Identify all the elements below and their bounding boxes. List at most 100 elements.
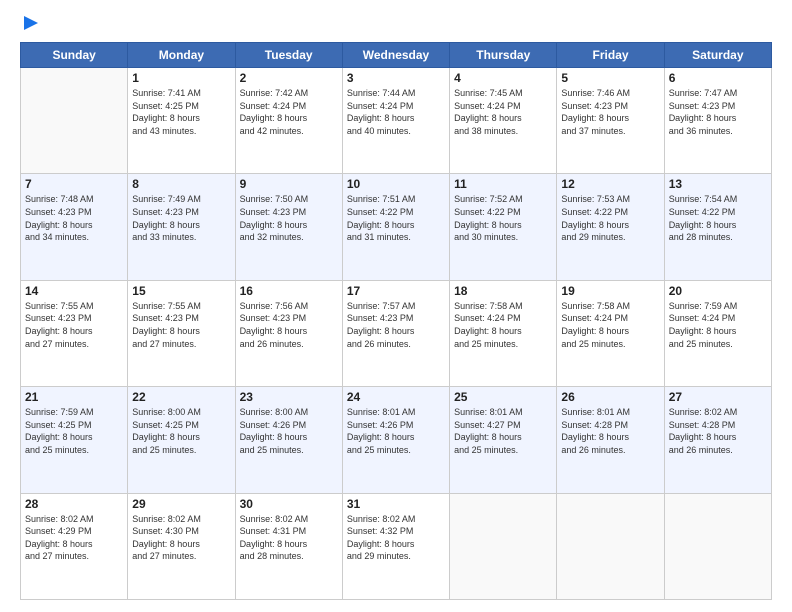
calendar-cell: 24 Sunrise: 8:01 AM Sunset: 4:26 PM Dayli… [342, 387, 449, 493]
day-info: Sunrise: 7:47 AM Sunset: 4:23 PM Dayligh… [669, 87, 767, 137]
day-number: 24 [347, 390, 445, 404]
day-number: 11 [454, 177, 552, 191]
day-info: Sunrise: 7:51 AM Sunset: 4:22 PM Dayligh… [347, 193, 445, 243]
calendar-cell: 14 Sunrise: 7:55 AM Sunset: 4:23 PM Dayli… [21, 280, 128, 386]
calendar-cell: 27Sunrise: 8:02 AM Sunset: 4:28 PM Dayli… [664, 387, 771, 493]
day-number: 17 [347, 284, 445, 298]
day-info: Sunrise: 7:57 AM Sunset: 4:23 PM Dayligh… [347, 300, 445, 350]
week-row-2: 7 Sunrise: 7:48 AM Sunset: 4:23 PM Daylig… [21, 174, 772, 280]
week-row-3: 14 Sunrise: 7:55 AM Sunset: 4:23 PM Dayli… [21, 280, 772, 386]
page: SundayMondayTuesdayWednesdayThursdayFrid… [0, 0, 792, 612]
day-number: 6 [669, 71, 767, 85]
day-info: Sunrise: 7:55 AM Sunset: 4:23 PM Dayligh… [25, 300, 123, 350]
logo [20, 18, 40, 32]
day-info: Sunrise: 7:42 AM Sunset: 4:24 PM Dayligh… [240, 87, 338, 137]
calendar-cell: 8Sunrise: 7:49 AM Sunset: 4:23 PM Daylig… [128, 174, 235, 280]
day-number: 28 [25, 497, 123, 511]
week-row-5: 28 Sunrise: 8:02 AM Sunset: 4:29 PM Dayli… [21, 493, 772, 599]
day-info: Sunrise: 8:01 AM Sunset: 4:27 PM Dayligh… [454, 406, 552, 456]
day-info: Sunrise: 8:02 AM Sunset: 4:29 PM Dayligh… [25, 513, 123, 563]
day-number: 2 [240, 71, 338, 85]
day-number: 15 [132, 284, 230, 298]
day-info: Sunrise: 8:00 AM Sunset: 4:26 PM Dayligh… [240, 406, 338, 456]
calendar-cell: 21 Sunrise: 7:59 AM Sunset: 4:25 PM Dayli… [21, 387, 128, 493]
day-number: 31 [347, 497, 445, 511]
day-info: Sunrise: 7:45 AM Sunset: 4:24 PM Dayligh… [454, 87, 552, 137]
day-number: 20 [669, 284, 767, 298]
calendar-cell: 15 Sunrise: 7:55 AM Sunset: 4:23 PM Dayli… [128, 280, 235, 386]
calendar-cell: 20Sunrise: 7:59 AM Sunset: 4:24 PM Dayli… [664, 280, 771, 386]
day-number: 10 [347, 177, 445, 191]
calendar-cell: 10 Sunrise: 7:51 AM Sunset: 4:22 PM Dayli… [342, 174, 449, 280]
calendar-cell: 5Sunrise: 7:46 AM Sunset: 4:23 PM Daylig… [557, 68, 664, 174]
calendar-cell: 29 Sunrise: 8:02 AM Sunset: 4:30 PM Dayli… [128, 493, 235, 599]
calendar-cell: 9Sunrise: 7:50 AM Sunset: 4:23 PM Daylig… [235, 174, 342, 280]
day-number: 21 [25, 390, 123, 404]
day-number: 14 [25, 284, 123, 298]
calendar-cell: 31 Sunrise: 8:02 AM Sunset: 4:32 PM Dayli… [342, 493, 449, 599]
calendar-cell [664, 493, 771, 599]
calendar-cell: 18 Sunrise: 7:58 AM Sunset: 4:24 PM Dayli… [450, 280, 557, 386]
day-number: 13 [669, 177, 767, 191]
calendar-cell: 3 Sunrise: 7:44 AM Sunset: 4:24 PM Daylig… [342, 68, 449, 174]
day-number: 27 [669, 390, 767, 404]
calendar-cell: 28 Sunrise: 8:02 AM Sunset: 4:29 PM Dayli… [21, 493, 128, 599]
day-info: Sunrise: 7:48 AM Sunset: 4:23 PM Dayligh… [25, 193, 123, 243]
calendar-cell: 17 Sunrise: 7:57 AM Sunset: 4:23 PM Dayli… [342, 280, 449, 386]
calendar-cell: 25 Sunrise: 8:01 AM Sunset: 4:27 PM Dayli… [450, 387, 557, 493]
calendar-header-row: SundayMondayTuesdayWednesdayThursdayFrid… [21, 43, 772, 68]
calendar-cell: 16 Sunrise: 7:56 AM Sunset: 4:23 PM Dayli… [235, 280, 342, 386]
day-info: Sunrise: 7:55 AM Sunset: 4:23 PM Dayligh… [132, 300, 230, 350]
calendar-cell: 12 Sunrise: 7:53 AM Sunset: 4:22 PM Dayli… [557, 174, 664, 280]
header-wednesday: Wednesday [342, 43, 449, 68]
day-number: 4 [454, 71, 552, 85]
header-friday: Friday [557, 43, 664, 68]
day-info: Sunrise: 8:02 AM Sunset: 4:32 PM Dayligh… [347, 513, 445, 563]
calendar-cell: 1Sunrise: 7:41 AM Sunset: 4:25 PM Daylig… [128, 68, 235, 174]
header-thursday: Thursday [450, 43, 557, 68]
calendar-cell: 30Sunrise: 8:02 AM Sunset: 4:31 PM Dayli… [235, 493, 342, 599]
day-info: Sunrise: 8:00 AM Sunset: 4:25 PM Dayligh… [132, 406, 230, 456]
calendar-table: SundayMondayTuesdayWednesdayThursdayFrid… [20, 42, 772, 600]
day-number: 12 [561, 177, 659, 191]
calendar-cell [450, 493, 557, 599]
header-sunday: Sunday [21, 43, 128, 68]
day-info: Sunrise: 7:56 AM Sunset: 4:23 PM Dayligh… [240, 300, 338, 350]
calendar-cell: 22 Sunrise: 8:00 AM Sunset: 4:25 PM Dayli… [128, 387, 235, 493]
calendar-cell [557, 493, 664, 599]
day-number: 26 [561, 390, 659, 404]
day-info: Sunrise: 7:50 AM Sunset: 4:23 PM Dayligh… [240, 193, 338, 243]
calendar-cell [21, 68, 128, 174]
calendar-cell: 11 Sunrise: 7:52 AM Sunset: 4:22 PM Dayli… [450, 174, 557, 280]
day-number: 7 [25, 177, 123, 191]
day-number: 22 [132, 390, 230, 404]
day-info: Sunrise: 7:44 AM Sunset: 4:24 PM Dayligh… [347, 87, 445, 137]
day-info: Sunrise: 7:58 AM Sunset: 4:24 PM Dayligh… [561, 300, 659, 350]
day-info: Sunrise: 7:49 AM Sunset: 4:23 PM Dayligh… [132, 193, 230, 243]
day-number: 18 [454, 284, 552, 298]
calendar-cell: 19 Sunrise: 7:58 AM Sunset: 4:24 PM Dayli… [557, 280, 664, 386]
day-info: Sunrise: 7:46 AM Sunset: 4:23 PM Dayligh… [561, 87, 659, 137]
day-info: Sunrise: 7:52 AM Sunset: 4:22 PM Dayligh… [454, 193, 552, 243]
day-info: Sunrise: 8:01 AM Sunset: 4:26 PM Dayligh… [347, 406, 445, 456]
day-info: Sunrise: 7:53 AM Sunset: 4:22 PM Dayligh… [561, 193, 659, 243]
day-number: 23 [240, 390, 338, 404]
calendar-cell: 4 Sunrise: 7:45 AM Sunset: 4:24 PM Daylig… [450, 68, 557, 174]
calendar-cell: 6 Sunrise: 7:47 AM Sunset: 4:23 PM Daylig… [664, 68, 771, 174]
day-info: Sunrise: 8:01 AM Sunset: 4:28 PM Dayligh… [561, 406, 659, 456]
day-number: 3 [347, 71, 445, 85]
calendar-cell: 2 Sunrise: 7:42 AM Sunset: 4:24 PM Daylig… [235, 68, 342, 174]
calendar-cell: 13Sunrise: 7:54 AM Sunset: 4:22 PM Dayli… [664, 174, 771, 280]
day-number: 19 [561, 284, 659, 298]
day-number: 29 [132, 497, 230, 511]
day-info: Sunrise: 8:02 AM Sunset: 4:30 PM Dayligh… [132, 513, 230, 563]
day-info: Sunrise: 7:41 AM Sunset: 4:25 PM Dayligh… [132, 87, 230, 137]
day-number: 16 [240, 284, 338, 298]
day-info: Sunrise: 7:58 AM Sunset: 4:24 PM Dayligh… [454, 300, 552, 350]
header-saturday: Saturday [664, 43, 771, 68]
day-info: Sunrise: 7:59 AM Sunset: 4:25 PM Dayligh… [25, 406, 123, 456]
week-row-1: 1Sunrise: 7:41 AM Sunset: 4:25 PM Daylig… [21, 68, 772, 174]
day-number: 25 [454, 390, 552, 404]
day-number: 30 [240, 497, 338, 511]
header-tuesday: Tuesday [235, 43, 342, 68]
